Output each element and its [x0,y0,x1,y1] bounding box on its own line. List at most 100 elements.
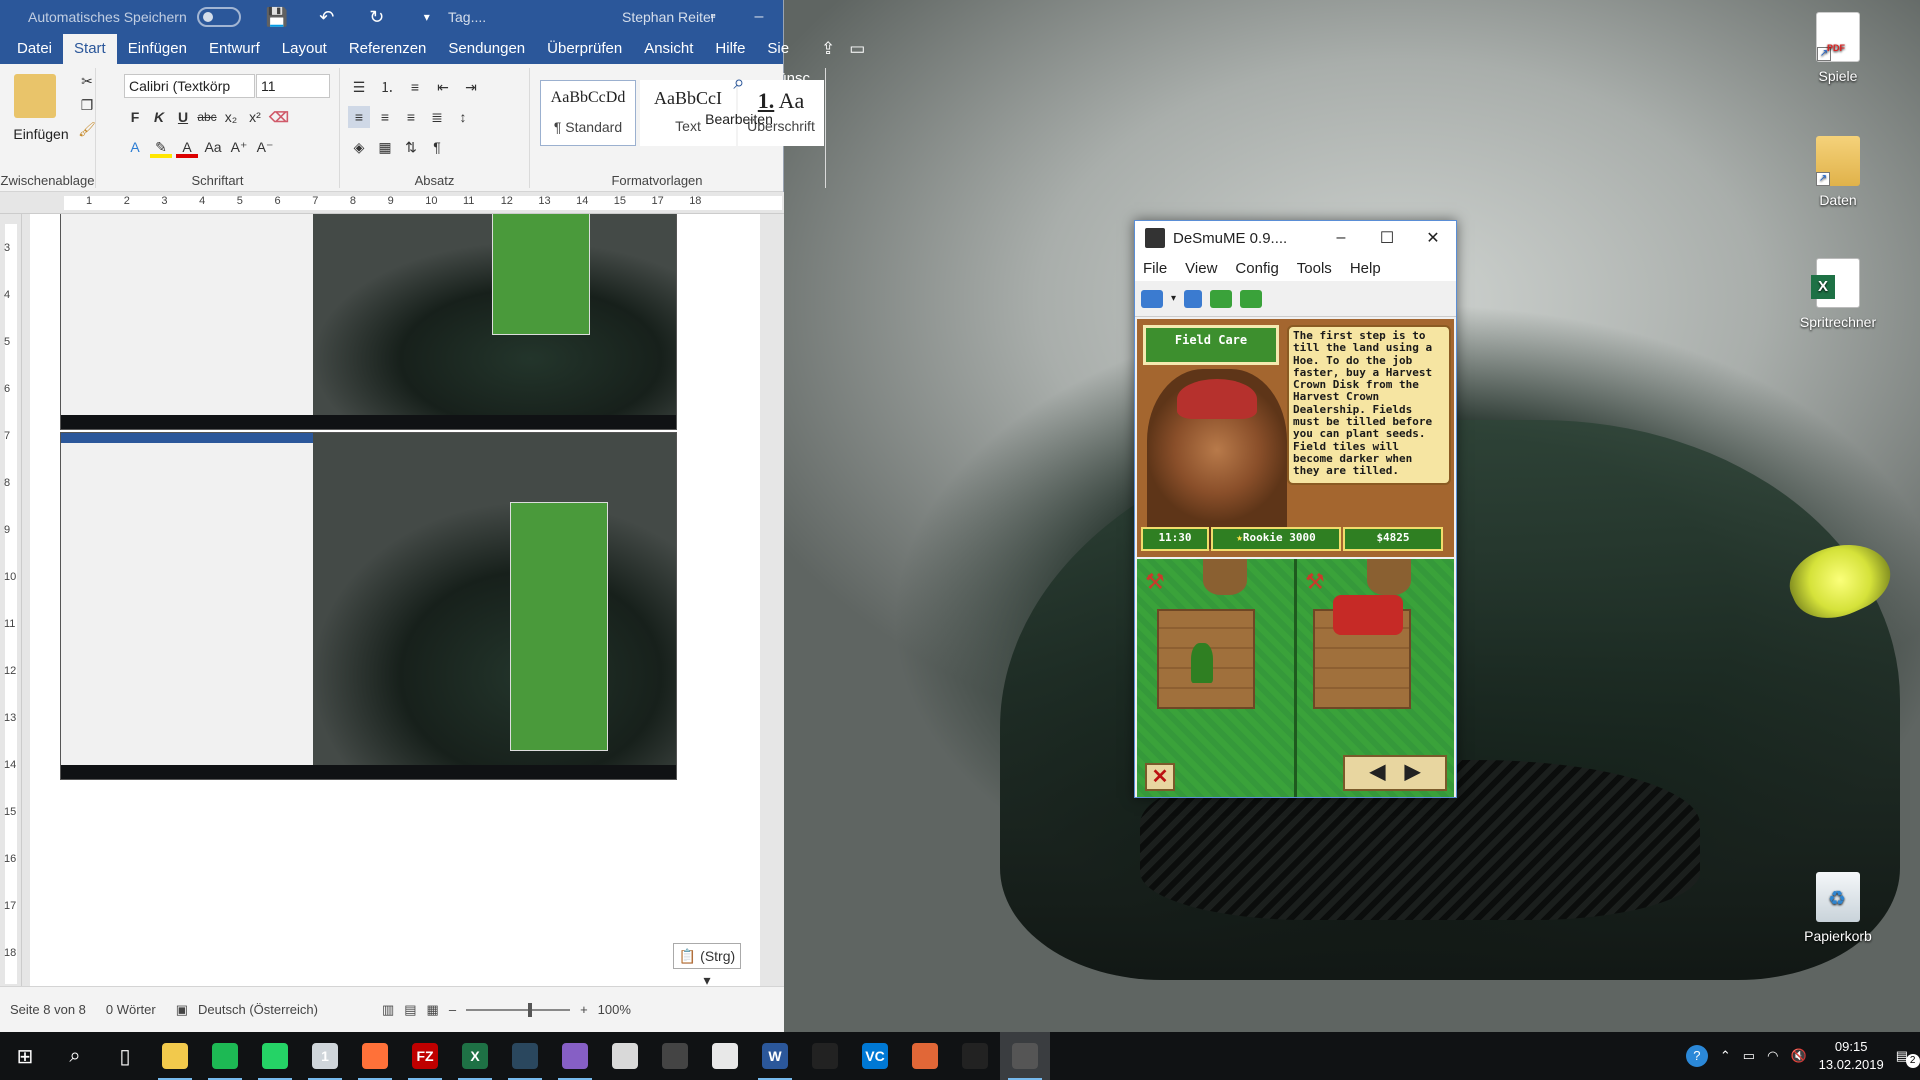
desmume-taskbar-button[interactable] [1000,1032,1050,1080]
cancel-icon[interactable]: ✕ [1145,763,1175,791]
copy-icon[interactable]: ❐ [76,94,98,116]
tab-datei[interactable]: Datei [6,34,63,64]
chevron-up-icon[interactable]: ⌃ [1720,1048,1731,1064]
word-count[interactable]: 0 Wörter [106,1002,156,1017]
open-dropdown-icon[interactable]: ▾ [1171,293,1176,304]
paste-icon[interactable] [14,74,56,118]
cut-icon[interactable]: ✂ [76,70,98,92]
previous-arrow-icon[interactable]: ◀ [1370,761,1385,783]
bold-button[interactable]: F [124,106,146,128]
file-explorer-taskbar-button[interactable] [150,1032,200,1080]
zoom-out-button[interactable]: – [449,1002,456,1017]
wifi-icon[interactable]: ◠ [1767,1048,1778,1064]
style-standard[interactable]: AaBbCcDd ¶ Standard [540,80,636,146]
notification-icon[interactable]: ▤ 2 [1896,1048,1920,1068]
matlab-taskbar-button[interactable] [900,1032,950,1080]
battery-icon[interactable]: ▭ [1743,1048,1755,1064]
subscript-button[interactable]: x₂ [220,106,242,128]
filezilla-taskbar-button[interactable]: FZ [400,1032,450,1080]
whatsapp-taskbar-button[interactable] [250,1032,300,1080]
volume-mute-icon[interactable]: 🔇 [1790,1048,1806,1064]
clock[interactable]: 09:15 13.02.2019 [1819,1038,1884,1074]
align-center-icon[interactable]: ≡ [374,106,396,128]
tell-me-search[interactable]: Sie wünsc [756,34,821,87]
menu-file[interactable]: File [1143,260,1167,277]
tab-entwurf[interactable]: Entwurf [198,34,271,64]
autosave-toggle[interactable] [196,7,241,27]
superscript-button[interactable]: x² [244,106,266,128]
unity-taskbar-button[interactable] [950,1032,1000,1080]
increase-indent-icon[interactable]: ⇥ [460,76,482,98]
grow-font-icon[interactable]: A⁺ [228,136,250,158]
help-icon[interactable]: ? [1685,1045,1708,1067]
tab-referenzen[interactable]: Referenzen [338,34,438,64]
justify-icon[interactable]: ≣ [426,106,448,128]
search-icon[interactable]: ⌕ [50,1032,100,1080]
rotate-right-icon[interactable] [1240,289,1263,308]
menu-tools[interactable]: Tools [1297,260,1332,277]
calculator-taskbar-button[interactable] [700,1032,750,1080]
spotify-taskbar-button[interactable] [200,1032,250,1080]
desktop-icon-daten[interactable]: ↗ Daten [1788,136,1888,208]
paint-taskbar-button[interactable] [600,1032,650,1080]
strikethrough-button[interactable]: abc [196,106,218,128]
close-icon[interactable]: ✕ [1410,228,1456,248]
underline-button[interactable]: U [172,106,194,128]
shading-icon[interactable]: ◈ [348,136,370,158]
tab-ueberpruefen[interactable]: Überprüfen [536,34,633,64]
zoom-slider[interactable] [466,1002,571,1017]
customize-toolbar-icon[interactable]: ▾ [413,10,441,24]
font-color-icon[interactable]: A [176,136,198,158]
next-arrow-icon[interactable]: ▶ [1405,761,1420,783]
desktop-icon-papierkorb[interactable]: Papierkorb [1788,872,1888,944]
word-taskbar-button[interactable]: W [750,1032,800,1080]
tab-ansicht[interactable]: Ansicht [633,34,704,64]
page-count[interactable]: Seite 8 von 8 [10,1002,86,1017]
sort-icon[interactable]: ⇅ [400,136,422,158]
maximize-icon[interactable] [866,0,912,34]
format-painter-icon[interactable]: 🖌 [76,118,98,140]
paste-button[interactable]: Einfügen [2,126,80,142]
language-indicator[interactable]: Deutsch (Österreich) [198,1002,318,1017]
read-mode-icon[interactable]: ▥ [382,1002,394,1018]
document-area[interactable]: 📋 (Strg) ▾ [22,214,784,986]
align-left-icon[interactable]: ≡ [348,106,370,128]
line-spacing-icon[interactable]: ↕ [452,106,474,128]
redo-icon[interactable]: ↻ [363,7,391,28]
zoom-level[interactable]: 100% [598,1002,631,1017]
rotate-left-icon[interactable] [1210,289,1233,308]
borders-icon[interactable]: ▦ [374,136,396,158]
clear-formatting-icon[interactable]: ⌫ [268,106,290,128]
tab-layout[interactable]: Layout [271,34,338,64]
paste-options-button[interactable]: 📋 (Strg) ▾ [673,943,741,986]
ds-bottom-screen[interactable]: ⚒ ✕ ⚒ ◀ ▶ [1137,559,1454,797]
firefox-taskbar-button[interactable] [350,1032,400,1080]
open-rom-icon[interactable] [1141,289,1163,308]
multilevel-list-icon[interactable]: ≡ [404,76,426,98]
print-layout-icon[interactable]: ▤ [404,1002,416,1018]
desktop-icon-spiele[interactable]: ↗ Spiele [1788,12,1888,84]
steam-taskbar-button[interactable] [500,1032,550,1080]
tab-einfuegen[interactable]: Einfügen [117,34,198,64]
menu-view[interactable]: View [1185,260,1217,277]
vs-code-taskbar-button[interactable]: VC [850,1032,900,1080]
proofing-icon[interactable]: ▣ [176,1002,188,1018]
shrink-font-icon[interactable]: A⁻ [254,136,276,158]
highlight-icon[interactable]: ✎ [150,136,172,158]
minimize-icon[interactable]: – [736,0,782,34]
italic-button[interactable]: K [148,106,170,128]
zoom-in-button[interactable]: + [580,1002,588,1017]
inkscape-taskbar-button[interactable] [650,1032,700,1080]
pause-icon[interactable] [1184,289,1203,308]
numbering-icon[interactable]: ⒈ [376,76,398,98]
restore-ribbon-icon[interactable]: ▫ [690,0,736,34]
decrease-indent-icon[interactable]: ⇤ [432,76,454,98]
menu-help[interactable]: Help [1350,260,1381,277]
align-right-icon[interactable]: ≡ [400,106,422,128]
minimize-icon[interactable]: – [1318,229,1364,247]
windows-start-icon[interactable]: ⊞ [0,1032,50,1080]
edit-button[interactable]: ⌕ Bearbeiten [694,72,784,127]
tab-start[interactable]: Start [63,34,117,64]
font-size-select[interactable]: 11 [256,74,330,98]
excel-taskbar-button[interactable]: X [450,1032,500,1080]
